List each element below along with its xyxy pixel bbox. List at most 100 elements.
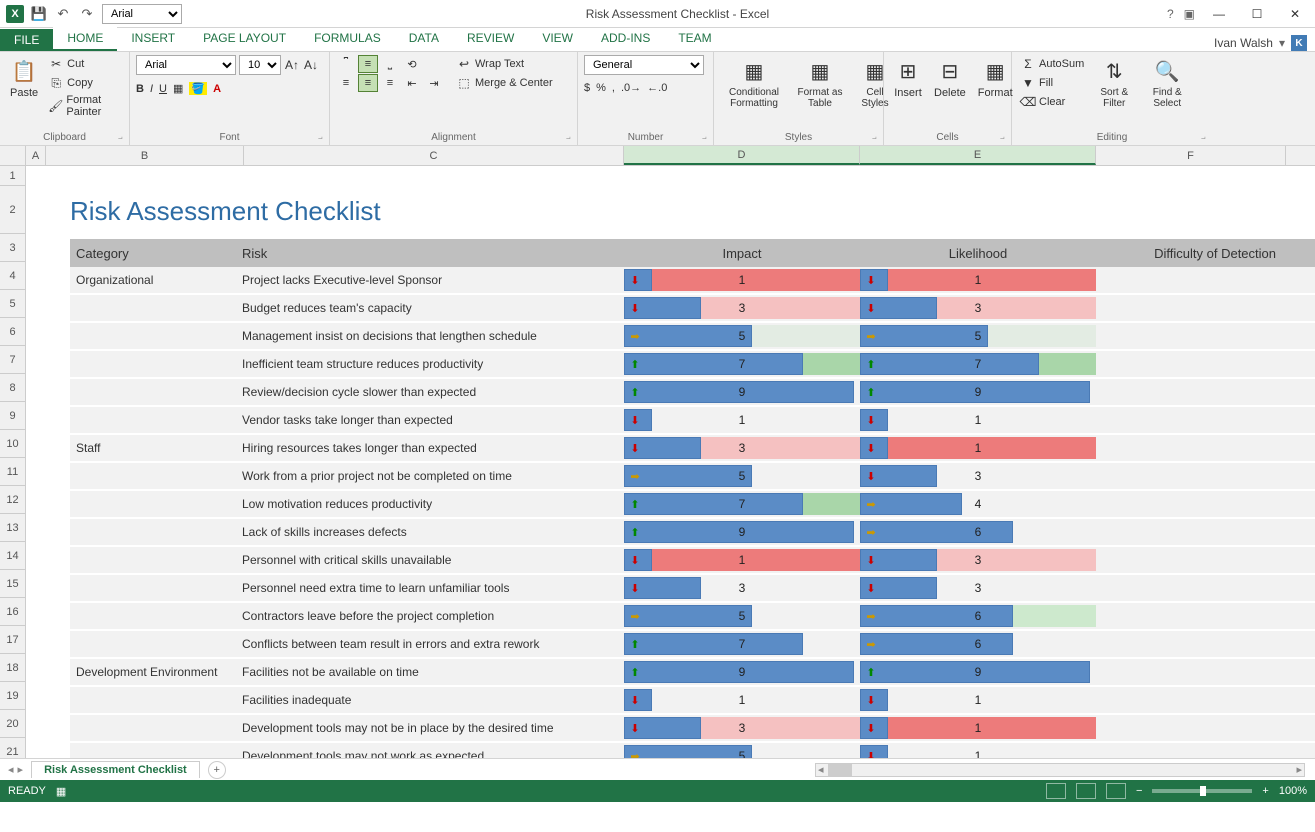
shrink-font-icon[interactable]: A↓ xyxy=(303,57,319,73)
cell-impact[interactable]: ➡ 5 xyxy=(624,323,860,349)
align-bottom-button[interactable]: ⎵ xyxy=(380,55,400,73)
sort-filter-button[interactable]: ⇅Sort & Filter xyxy=(1090,55,1138,111)
paste-button[interactable]: 📋 Paste xyxy=(6,55,42,101)
row-header-5[interactable]: 5 xyxy=(0,290,25,318)
cell-category[interactable]: Organizational xyxy=(70,273,240,287)
table-row[interactable]: Development tools may not be in place by… xyxy=(70,715,1315,743)
currency-button[interactable]: $ xyxy=(584,82,590,94)
cell-likelihood[interactable]: ➡ 6 xyxy=(860,631,1096,657)
font-name-select[interactable]: Arial xyxy=(136,55,236,75)
fill-color-button[interactable]: 🪣 xyxy=(189,82,207,95)
comma-button[interactable]: , xyxy=(612,82,615,94)
cell-risk[interactable]: Facilities inadequate xyxy=(240,693,624,707)
row-header-1[interactable]: 1 xyxy=(0,166,25,186)
table-row[interactable]: Low motivation reduces productivity ⬆ 7 … xyxy=(70,491,1315,519)
insert-button[interactable]: ⊞Insert xyxy=(890,55,926,101)
cell-likelihood[interactable]: ⬇ 3 xyxy=(860,295,1096,321)
cell-risk[interactable]: Development tools may not be in place by… xyxy=(240,721,624,735)
worksheet-grid[interactable]: ABCDEF 123456789101112131415161718192021… xyxy=(0,146,1315,758)
border-button[interactable]: ▦ xyxy=(173,82,183,95)
align-left-button[interactable]: ≡ xyxy=(336,74,356,92)
cut-button[interactable]: ✂Cut xyxy=(46,55,123,73)
cell-impact[interactable]: ⬇ 3 xyxy=(624,715,860,741)
qat-font-select[interactable]: Arial xyxy=(102,4,182,24)
italic-button[interactable]: I xyxy=(150,83,153,95)
cell-risk[interactable]: Development tools may not work as expect… xyxy=(240,749,624,758)
cell-impact[interactable]: ⬇ 1 xyxy=(624,267,860,293)
align-right-button[interactable]: ≡ xyxy=(380,74,400,92)
page-layout-view-button[interactable] xyxy=(1076,783,1096,799)
fill-button[interactable]: ▼Fill xyxy=(1018,74,1086,92)
row-header-7[interactable]: 7 xyxy=(0,346,25,374)
cell-likelihood[interactable]: ⬇ 1 xyxy=(860,715,1096,741)
table-row[interactable]: Inefficient team structure reduces produ… xyxy=(70,351,1315,379)
table-row[interactable]: Review/decision cycle slower than expect… xyxy=(70,379,1315,407)
grow-font-icon[interactable]: A↑ xyxy=(284,57,300,73)
cell-likelihood[interactable]: ⬇ 1 xyxy=(860,743,1096,758)
row-header-13[interactable]: 13 xyxy=(0,514,25,542)
tab-view[interactable]: VIEW xyxy=(528,27,587,51)
cell-risk[interactable]: Personnel need extra time to learn unfam… xyxy=(240,581,624,595)
tab-page-layout[interactable]: PAGE LAYOUT xyxy=(189,27,300,51)
row-header-17[interactable]: 17 xyxy=(0,626,25,654)
indent-inc-button[interactable]: ⇥ xyxy=(424,74,444,92)
table-row[interactable]: Lack of skills increases defects ⬆ 9 ➡ 6 xyxy=(70,519,1315,547)
cell-likelihood[interactable]: ➡ 6 xyxy=(860,603,1096,629)
table-row[interactable]: Personnel with critical skills unavailab… xyxy=(70,547,1315,575)
delete-button[interactable]: ⊟Delete xyxy=(930,55,970,101)
table-row[interactable]: StaffHiring resources takes longer than … xyxy=(70,435,1315,463)
cell-risk[interactable]: Vendor tasks take longer than expected xyxy=(240,413,624,427)
conditional-formatting-button[interactable]: ▦Conditional Formatting xyxy=(720,55,788,111)
align-top-button[interactable]: ⎴ xyxy=(336,55,356,73)
orientation-button[interactable]: ⟲ xyxy=(402,55,422,73)
row-header-11[interactable]: 11 xyxy=(0,458,25,486)
table-row[interactable]: Management insist on decisions that leng… xyxy=(70,323,1315,351)
dec-decimal-button[interactable]: ←.0 xyxy=(647,82,667,94)
font-size-select[interactable]: 10 xyxy=(239,55,281,75)
scroll-thumb[interactable] xyxy=(828,764,852,776)
normal-view-button[interactable] xyxy=(1046,783,1066,799)
row-header-21[interactable]: 21 xyxy=(0,738,25,758)
cell-risk[interactable]: Contractors leave before the project com… xyxy=(240,609,624,623)
cell-likelihood[interactable]: ➡ 5 xyxy=(860,323,1096,349)
cell-impact[interactable]: ⬆ 9 xyxy=(624,519,860,545)
wrap-text-button[interactable]: ↩Wrap Text xyxy=(454,55,555,73)
maximize-button[interactable]: ☐ xyxy=(1243,3,1271,25)
cell-impact[interactable]: ⬆ 7 xyxy=(624,631,860,657)
row-header-8[interactable]: 8 xyxy=(0,374,25,402)
table-row[interactable]: Conflicts between team result in errors … xyxy=(70,631,1315,659)
cell-impact[interactable]: ⬇ 3 xyxy=(624,295,860,321)
cell-impact[interactable]: ⬇ 1 xyxy=(624,687,860,713)
col-header-F[interactable]: F xyxy=(1096,146,1286,165)
cell-risk[interactable]: Inefficient team structure reduces produ… xyxy=(240,357,624,371)
underline-button[interactable]: U xyxy=(159,83,167,95)
table-row[interactable]: OrganizationalProject lacks Executive-le… xyxy=(70,267,1315,295)
row-header-20[interactable]: 20 xyxy=(0,710,25,738)
row-header-19[interactable]: 19 xyxy=(0,682,25,710)
tab-data[interactable]: DATA xyxy=(395,27,453,51)
cell-likelihood[interactable]: ⬇ 1 xyxy=(860,407,1096,433)
cell-likelihood[interactable]: ⬇ 3 xyxy=(860,547,1096,573)
cell-risk[interactable]: Personnel with critical skills unavailab… xyxy=(240,553,624,567)
bold-button[interactable]: B xyxy=(136,83,144,95)
cell-impact[interactable]: ⬆ 7 xyxy=(624,351,860,377)
cell-risk[interactable]: Conflicts between team result in errors … xyxy=(240,637,624,651)
font-color-button[interactable]: A xyxy=(213,83,221,95)
number-format-select[interactable]: General xyxy=(584,55,704,75)
cell-impact[interactable]: ⬆ 9 xyxy=(624,659,860,685)
zoom-slider[interactable] xyxy=(1152,789,1252,793)
tab-formulas[interactable]: FORMULAS xyxy=(300,27,395,51)
select-all-button[interactable] xyxy=(0,146,26,165)
row-header-16[interactable]: 16 xyxy=(0,598,25,626)
percent-button[interactable]: % xyxy=(596,82,606,94)
cell-likelihood[interactable]: ⬆ 9 xyxy=(860,379,1096,405)
tab-insert[interactable]: INSERT xyxy=(117,27,189,51)
row-header-10[interactable]: 10 xyxy=(0,430,25,458)
macro-icon[interactable]: ▦ xyxy=(56,785,66,798)
row-header-9[interactable]: 9 xyxy=(0,402,25,430)
tab-review[interactable]: REVIEW xyxy=(453,27,528,51)
cell-impact[interactable]: ⬆ 7 xyxy=(624,491,860,517)
cell-impact[interactable]: ➡ 5 xyxy=(624,463,860,489)
cell-impact[interactable]: ⬇ 1 xyxy=(624,547,860,573)
cell-impact[interactable]: ⬇ 1 xyxy=(624,407,860,433)
